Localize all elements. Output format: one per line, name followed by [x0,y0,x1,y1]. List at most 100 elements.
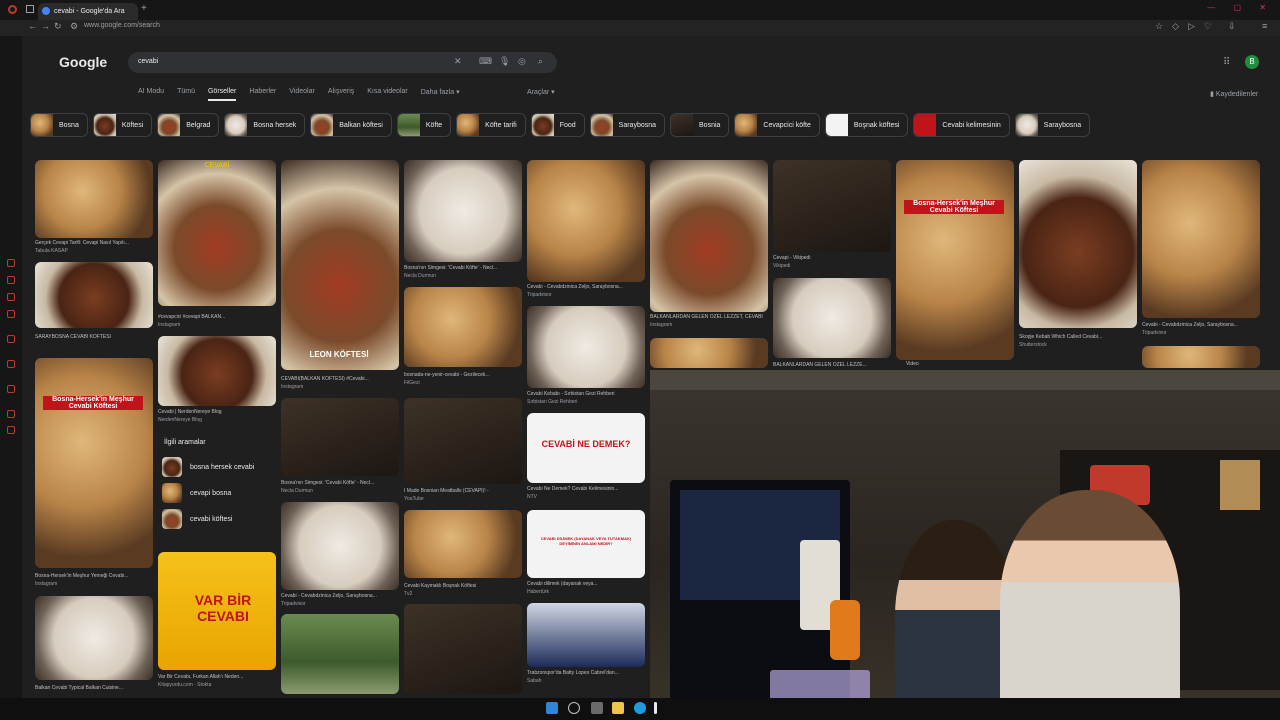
more-menu-icon[interactable]: ≡ [1262,21,1267,31]
sidebar-icon-8[interactable] [7,410,15,418]
bookmark-icon[interactable]: ☆ [1155,21,1163,32]
heart-icon[interactable]: ♡ [1204,21,1212,32]
result-caption[interactable]: Skopje Kebab Which Called Cevabi... [1019,334,1137,340]
tab-more[interactable]: Daha fazla ▾ [421,88,460,101]
chip[interactable]: Cevabi kelimesinin [913,113,1010,137]
image-result[interactable] [1019,160,1137,328]
tools-button[interactable]: Araçlar ▾ [527,88,555,96]
image-result[interactable] [35,596,153,680]
sidebar-icon-5[interactable] [7,335,15,343]
sidebar-icon-6[interactable] [7,360,15,368]
taskbar-search-icon[interactable] [568,702,580,714]
result-caption[interactable]: Cevabi - Cevabdzinica Zeljo, Saraybosna.… [281,593,399,599]
image-result[interactable] [527,306,645,388]
result-caption[interactable]: CEVABİ(BALKAN KÖFTESİ) #Cevabi... [281,376,399,382]
site-info-icon[interactable]: ⚙ [70,21,78,32]
image-result[interactable]: LEON KÖFTESİ [281,160,399,370]
sidebar-icon-9[interactable] [7,426,15,434]
search-input[interactable]: cevabi [138,58,158,65]
chip[interactable]: Köfte tarifi [456,113,526,137]
tab-news[interactable]: Haberler [249,88,276,101]
image-result[interactable] [35,160,153,238]
chip[interactable]: Saraybosna [589,113,666,137]
result-caption[interactable]: Bosna'nın Simgesi: 'Cevabi Köfte' - Necl… [404,265,522,271]
back-icon[interactable]: ← [28,21,37,31]
sidebar-icon-4[interactable] [7,310,15,318]
saved-button[interactable]: ▮ Kaydedilenler [1210,90,1258,98]
chip[interactable]: Bosna [30,113,88,137]
image-result[interactable] [404,398,522,484]
browser-menu-icon[interactable] [8,5,17,14]
active-app-indicator[interactable] [654,702,657,714]
chip[interactable]: Köftesi [92,113,153,137]
image-result[interactable] [281,502,399,590]
image-result[interactable] [650,338,768,368]
tab-ai-mode[interactable]: AI Modu [138,88,164,101]
image-result[interactable]: CEVABI DİLİMEK (DAYANAK VEYA TUTAKMAK) D… [527,510,645,578]
result-caption[interactable]: Gerçek Cevapi Tarifi: Cevapi Nasıl Yapıl… [35,240,153,246]
search-box[interactable] [128,52,557,73]
image-result[interactable] [281,614,399,694]
image-result[interactable] [158,336,276,406]
image-result[interactable] [650,160,768,312]
chip[interactable]: Saraybosna [1014,113,1091,137]
result-caption[interactable]: Cevabi Kaymaklı Boşnak Köftesi [404,583,522,589]
lens-icon[interactable]: ◎ [518,56,526,67]
keyboard-icon[interactable]: ⌨ [479,56,492,67]
apps-grid-icon[interactable]: ⠿ [1223,57,1230,68]
chip[interactable]: Bosnia [670,113,730,137]
image-result[interactable] [281,398,399,476]
chip[interactable]: Belgrad [157,113,220,137]
image-result[interactable]: Bosna-Hersek'in Meşhur Cevabi Köftesi [35,358,153,568]
chip[interactable]: Boşnak köftesi [824,113,909,137]
windows-start-icon[interactable] [546,702,558,714]
result-caption[interactable]: Balkan Cevabi Typical Balkan Cuisine... [35,685,153,691]
edge-browser-icon[interactable] [634,702,646,714]
image-result[interactable] [35,262,153,328]
result-caption[interactable]: SARAYBOSNA CEVABİ KÖFTESİ [35,334,153,340]
result-caption[interactable]: #cevapcici #cevapi BALKAN... [158,314,276,320]
result-caption[interactable]: I Made Bosnian Meatballs (ĆEVAPI)! - [404,488,522,494]
image-result[interactable]: CEVABİ NE DEMEK? [527,413,645,483]
image-result[interactable]: VAR BİR CEVABI [158,552,276,670]
microphone-icon[interactable]: 🎙 [499,56,510,67]
image-result[interactable] [404,287,522,367]
chip[interactable]: Köfte [396,113,452,137]
tab-shopping[interactable]: Alışveriş [328,88,354,101]
image-result[interactable] [527,160,645,282]
chip[interactable]: Food [530,113,585,137]
result-caption[interactable]: Var Bir Cevabı, Furkan Allah'ı Neden... [158,674,276,680]
forward-icon[interactable]: → [41,21,50,31]
image-result[interactable] [404,160,522,262]
sidebar-icon-2[interactable] [7,276,15,284]
result-caption[interactable]: Cevabi dilimek (dayanak veya... [527,581,645,587]
result-caption[interactable]: Cevabi - Cevabdzinica Zeljo, Saraybosna.… [527,284,645,290]
sidebar-icon-1[interactable] [7,259,15,267]
image-result[interactable] [773,160,891,252]
tab-all[interactable]: Tümü [177,88,195,101]
tab-overview-icon[interactable] [26,5,34,13]
result-caption[interactable]: Cevabi Kebabı - Sırbistan Gezi Rehberi [527,391,645,397]
google-logo[interactable]: Google [59,54,107,70]
search-icon[interactable]: ⌕ [538,56,543,67]
sidebar-icon-3[interactable] [7,293,15,301]
result-caption[interactable]: Bosna'nın Simgesi: 'Cevabi Köfte' - Necl… [281,480,399,486]
result-caption[interactable]: Cevabi | NerdenNereye Blog [158,409,276,415]
image-result[interactable] [404,510,522,578]
chip[interactable]: Balkan köftesi [310,113,392,137]
browser-tab[interactable]: cevabi - Google'da Ara [38,3,138,20]
new-tab-button[interactable]: + [141,3,147,14]
result-caption[interactable]: Bosna-Hersek'in Meşhur Yemeği Cevabi... [35,573,153,579]
result-caption[interactable]: BALKANLARDAN GELEN ÖZEL LEZZET, CEVABİ [650,314,768,320]
image-result[interactable] [1142,160,1260,318]
result-caption[interactable]: Cevabi Ne Demek? Cevabi Kelimesinin... [527,486,645,492]
chip[interactable]: Bosna hersek [224,113,306,137]
related-search-item[interactable]: cevabi köftesi [162,506,276,532]
tab-images[interactable]: Görseller [207,88,237,101]
task-view-icon[interactable] [591,702,603,714]
related-search-item[interactable]: cevapi bosna [162,480,276,506]
image-result[interactable] [773,278,891,358]
result-caption[interactable]: Trabzonspor'da Batty Lopes Cabrel'dan... [527,670,645,676]
clear-search-icon[interactable]: ✕ [454,56,462,67]
file-explorer-icon[interactable] [612,702,624,714]
